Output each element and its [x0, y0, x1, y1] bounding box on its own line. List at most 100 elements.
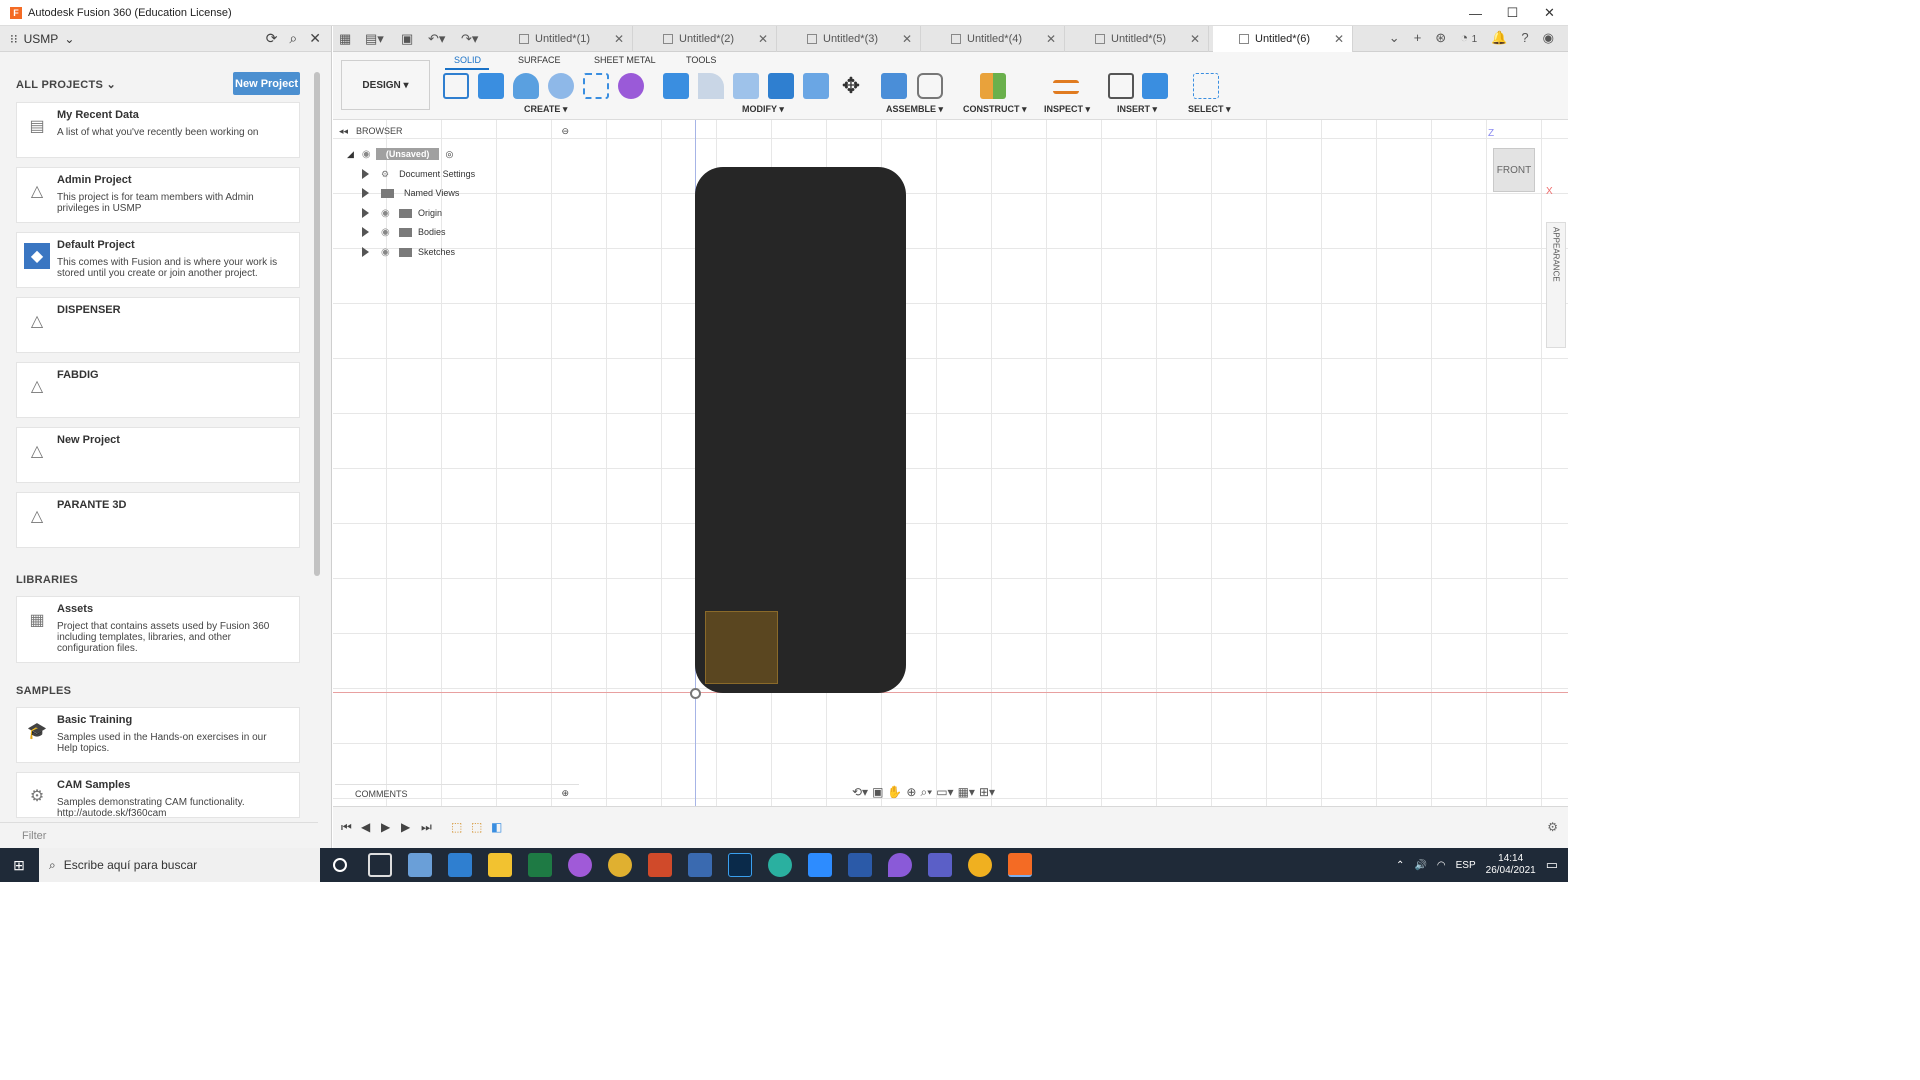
browser-item-origin[interactable]: ◉ Origin	[362, 205, 442, 221]
close-tab-icon[interactable]: ✕	[902, 32, 912, 46]
expand-triangle-icon[interactable]	[362, 247, 369, 257]
timeline-settings-icon[interactable]: ⚙	[1547, 820, 1558, 834]
chamfer-icon[interactable]	[733, 73, 759, 99]
team-selector[interactable]: ⁝⁝ USMP ⌄	[10, 32, 74, 46]
collapse-browser-icon[interactable]: ◂◂	[339, 126, 348, 137]
sample-card[interactable]: ⚙ CAM Samples Samples demonstrating CAM …	[16, 772, 300, 818]
step-back-icon[interactable]: ◀	[361, 820, 370, 834]
notification-center-icon[interactable]: ▭	[1546, 857, 1558, 873]
task-view-icon[interactable]	[368, 853, 392, 877]
chrome-icon[interactable]	[608, 853, 632, 877]
measure-icon[interactable]	[1053, 80, 1079, 94]
modify-menu[interactable]: MODIFY ▾	[742, 104, 784, 115]
close-window-button[interactable]: ✕	[1531, 0, 1568, 26]
step-forward-icon[interactable]: ▶	[401, 820, 410, 834]
language-indicator[interactable]: ESP	[1456, 860, 1476, 871]
teams-icon[interactable]	[928, 853, 952, 877]
project-card[interactable]: ▤ My Recent Data A list of what you've r…	[16, 102, 300, 158]
save-icon[interactable]: ▣	[401, 31, 413, 47]
browser-item-bodies[interactable]: ◉ Bodies	[362, 224, 446, 240]
tray-chevron-icon[interactable]: ⌃	[1396, 860, 1404, 871]
select-menu[interactable]: SELECT ▾	[1188, 104, 1231, 115]
wifi-icon[interactable]: ◠	[1437, 860, 1446, 871]
all-projects-dropdown[interactable]: ALL PROJECTS ⌄	[16, 78, 116, 91]
hole-icon[interactable]	[548, 73, 574, 99]
taskbar-search[interactable]: ⌕ Escribe aquí para buscar	[39, 848, 320, 882]
new-tab-icon[interactable]: +	[1414, 30, 1422, 46]
extrude-feature-icon[interactable]: ◧	[491, 820, 502, 834]
combine-icon[interactable]	[803, 73, 829, 99]
calculator-icon[interactable]	[448, 853, 472, 877]
clock[interactable]: 14:14 26/04/2021	[1486, 853, 1536, 877]
move-icon[interactable]: ✥	[838, 73, 864, 99]
edge-icon[interactable]	[768, 853, 792, 877]
doc-tab[interactable]: Untitled*(1) ✕	[493, 26, 633, 52]
file-menu-icon[interactable]: ▤▾	[365, 31, 384, 47]
visibility-eye-icon[interactable]: ◉	[381, 208, 395, 219]
expand-triangle-icon[interactable]	[362, 208, 369, 218]
maximize-button[interactable]: ☐	[1494, 0, 1531, 26]
orbit-icon[interactable]: ⟲▾	[852, 785, 868, 803]
notifications-icon[interactable]: 🔔	[1491, 30, 1507, 46]
redo-icon[interactable]: ↷▾	[461, 31, 478, 47]
project-card[interactable]: △ DISPENSER	[16, 297, 300, 353]
construct-menu[interactable]: CONSTRUCT ▾	[963, 104, 1027, 115]
file-explorer-icon[interactable]	[488, 853, 512, 877]
form-icon[interactable]	[618, 73, 644, 99]
search-icon[interactable]: ⌕	[289, 30, 297, 47]
browser-item-sketches[interactable]: ◉ Sketches	[362, 244, 455, 260]
data-panel-toggle-icon[interactable]: ▦	[339, 31, 351, 47]
appearance-panel-tab[interactable]: APPEARANCE	[1546, 222, 1566, 348]
doc-tab[interactable]: Untitled*(3) ✕	[781, 26, 921, 52]
cortana-icon[interactable]	[333, 858, 347, 872]
offset-plane-icon[interactable]	[980, 73, 1006, 99]
shell-icon[interactable]	[768, 73, 794, 99]
sketch-feature-icon[interactable]: ⬚	[471, 820, 482, 834]
extrude-icon[interactable]	[478, 73, 504, 99]
tab-tools[interactable]: TOOLS	[686, 55, 716, 65]
doc-tab[interactable]: Untitled*(2) ✕	[637, 26, 777, 52]
zoom-icon[interactable]: ⊕	[906, 785, 916, 803]
refresh-icon[interactable]: ⟳	[266, 30, 278, 47]
sketch-feature-icon[interactable]: ⬚	[451, 820, 462, 834]
store-icon[interactable]	[688, 853, 712, 877]
help-icon[interactable]: ?	[1521, 30, 1528, 46]
close-tab-icon[interactable]: ✕	[758, 32, 768, 46]
photoshop-icon[interactable]	[728, 853, 752, 877]
close-tab-icon[interactable]: ✕	[614, 32, 624, 46]
tab-surface[interactable]: SURFACE	[518, 55, 561, 65]
extensions-icon[interactable]: ⊛	[1435, 30, 1446, 46]
go-to-end-icon[interactable]: ⏭	[421, 820, 432, 835]
select-window-icon[interactable]	[1193, 73, 1219, 99]
pattern-icon[interactable]	[583, 73, 609, 99]
fusion-taskbar-icon[interactable]	[1008, 853, 1032, 877]
go-to-start-icon[interactable]: ⏮	[341, 820, 352, 835]
viewcube[interactable]: FRONT	[1493, 148, 1535, 192]
joint-icon[interactable]	[917, 73, 943, 99]
zoom-app-icon[interactable]	[808, 853, 832, 877]
create-sketch-icon[interactable]	[443, 73, 469, 99]
tab-solid[interactable]: SOLID	[454, 55, 481, 65]
collapse-triangle-icon[interactable]: ◢	[347, 149, 354, 160]
modeling-canvas[interactable]	[333, 120, 1568, 806]
undo-icon[interactable]: ↶▾	[428, 31, 445, 47]
new-project-button[interactable]: New Project	[233, 72, 300, 95]
visibility-eye-icon[interactable]: ◉	[362, 149, 376, 160]
sample-card[interactable]: 🎓 Basic Training Samples used in the Han…	[16, 707, 300, 763]
podcast-icon[interactable]	[568, 853, 592, 877]
app-icon[interactable]	[888, 853, 912, 877]
library-card[interactable]: ▦ Assets Project that contains assets us…	[16, 596, 300, 663]
expand-triangle-icon[interactable]	[362, 227, 369, 237]
viewports-icon[interactable]: ⊞▾	[979, 785, 995, 803]
expand-triangle-icon[interactable]	[362, 188, 369, 198]
project-card[interactable]: △ FABDIG	[16, 362, 300, 418]
add-comment-icon[interactable]: ⊕	[561, 788, 569, 799]
word-icon[interactable]	[848, 853, 872, 877]
close-tab-icon[interactable]: ✕	[1334, 32, 1344, 46]
user-avatar[interactable]: ◉	[1543, 30, 1554, 46]
windows-start-icon[interactable]: ⊞	[0, 848, 38, 882]
close-tab-icon[interactable]: ✕	[1046, 32, 1056, 46]
press-pull-icon[interactable]	[663, 73, 689, 99]
powerpoint-icon[interactable]	[648, 853, 672, 877]
project-card[interactable]: △ New Project	[16, 427, 300, 483]
